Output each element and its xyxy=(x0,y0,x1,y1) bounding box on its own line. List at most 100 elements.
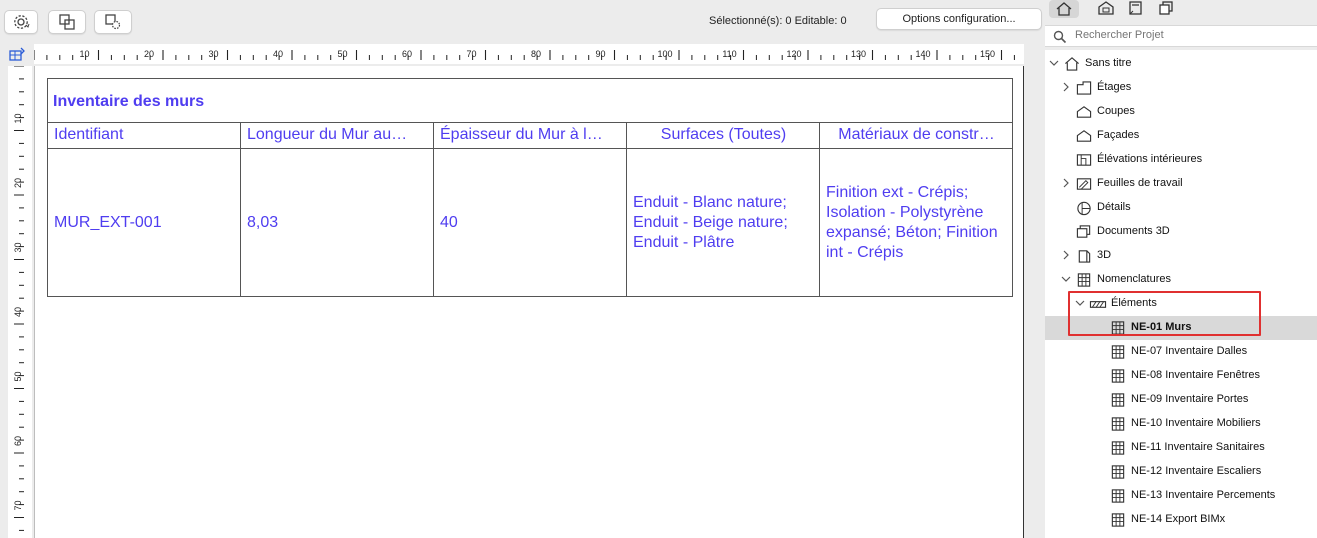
cell-longueur[interactable]: 8,03 xyxy=(241,149,433,296)
tree-item--tages[interactable]: Étages xyxy=(1045,76,1317,100)
tree-item-label: NE-07 Inventaire Dalles xyxy=(1131,345,1248,357)
ruler-label: 150 xyxy=(980,49,995,59)
chevron-down-icon[interactable] xyxy=(1061,273,1071,285)
tree-item-label: 3D xyxy=(1097,249,1112,261)
column-header-longueur[interactable]: Longueur du Mur au… xyxy=(241,123,433,149)
select-tool-button[interactable] xyxy=(48,10,86,34)
tree-item-label: Éléments xyxy=(1111,297,1157,309)
tree-item-ne-14-export-bimx[interactable]: NE-14 Export BIMx xyxy=(1045,508,1317,532)
tree-item-sans-titre[interactable]: Sans titre xyxy=(1045,52,1317,76)
schedule-icon xyxy=(1111,321,1125,335)
tree-item-ne-01-murs[interactable]: NE-01 Murs xyxy=(1045,316,1317,340)
schedule-icon xyxy=(1111,441,1125,455)
tree-item-ne-09-inventaire-portes[interactable]: NE-09 Inventaire Portes xyxy=(1045,388,1317,412)
cell-materiaux[interactable]: Finition ext - Crépis; Isolation - Polys… xyxy=(820,149,1012,296)
column-header-surfaces[interactable]: Surfaces (Toutes) xyxy=(627,123,819,149)
schedule-icon xyxy=(1111,369,1125,383)
tree-item-ne-10-inventaire-mobiliers[interactable]: NE-10 Inventaire Mobiliers xyxy=(1045,412,1317,436)
view-map-icon xyxy=(1098,1,1114,15)
tree-item-3d[interactable]: 3D xyxy=(1045,244,1317,268)
ruler-label: 110 xyxy=(722,49,736,59)
ruler-label: 20 xyxy=(144,49,154,59)
chevron-down-icon[interactable] xyxy=(1075,297,1085,309)
tree-item-label: Élévations intérieures xyxy=(1097,153,1203,165)
element-settings-button[interactable] xyxy=(94,10,132,34)
ruler-label: 130 xyxy=(851,49,866,59)
horizontal-ruler: 10 20 30 40 50 60 70 80 90 100 110 120 130 140 150 xyxy=(34,44,1024,64)
tree-item--l-ments[interactable]: Éléments xyxy=(1045,292,1317,316)
chevron-right-icon[interactable] xyxy=(1061,177,1071,189)
cell-identifiant[interactable]: MUR_EXT-001 xyxy=(48,149,240,296)
ruler-label: 140 xyxy=(915,49,930,59)
tree-item-label: NE-09 Inventaire Portes xyxy=(1131,393,1249,405)
schedule-icon xyxy=(1077,273,1091,287)
column-header-identifiant[interactable]: Identifiant xyxy=(48,123,240,149)
tree-item-label: NE-11 Inventaire Sanitaires xyxy=(1131,441,1265,453)
tree-item-feuilles-de-travail[interactable]: Feuilles de travail xyxy=(1045,172,1317,196)
element-gear-icon xyxy=(105,14,121,30)
tree-item-d-tails[interactable]: Détails xyxy=(1045,196,1317,220)
schedule-icon xyxy=(1111,417,1125,431)
selection-frame-icon xyxy=(59,14,75,30)
ruler-label: 40 xyxy=(13,307,23,317)
schedule-table: Inventaire des murs Identifiant Longueur… xyxy=(47,78,1013,297)
ruler-origin-button[interactable] xyxy=(6,44,30,64)
cell-epaisseur[interactable]: 40 xyxy=(434,149,626,296)
worksheet-icon xyxy=(1076,178,1092,190)
column-header-materiaux[interactable]: Matériaux de constr… xyxy=(820,123,1012,149)
tree-item-ne-11-inventaire-sanitaires[interactable]: NE-11 Inventaire Sanitaires xyxy=(1045,436,1317,460)
schedule-editor: Sélectionné(s): 0 Editable: 0 Options co… xyxy=(0,0,1042,538)
tree-item-label: Détails xyxy=(1097,201,1131,213)
tree-item-documents-3d[interactable]: Documents 3D xyxy=(1045,220,1317,244)
cell-surfaces[interactable]: Enduit - Blanc nature; Enduit - Beige na… xyxy=(627,149,819,296)
tree-item-ne-12-inventaire-escaliers[interactable]: NE-12 Inventaire Escaliers xyxy=(1045,460,1317,484)
ruler-label: 70 xyxy=(466,49,476,59)
ruler-label: 50 xyxy=(13,371,23,381)
section-icon xyxy=(1076,106,1092,118)
detail-icon xyxy=(1077,201,1091,216)
wall-hatch-icon xyxy=(1089,301,1107,308)
tree-item-label: Coupes xyxy=(1097,105,1135,117)
tree-item-label: NE-01 Murs xyxy=(1131,321,1192,333)
tree-item-fa-ades[interactable]: Façades xyxy=(1045,124,1317,148)
tree-item-coupes[interactable]: Coupes xyxy=(1045,100,1317,124)
ruler-label: 30 xyxy=(13,242,23,252)
layout-book-tab[interactable] xyxy=(1121,0,1151,16)
ruler-label: 90 xyxy=(595,49,605,59)
layout-book-icon xyxy=(1129,1,1142,15)
chevron-right-icon[interactable] xyxy=(1061,249,1071,261)
chevron-right-icon[interactable] xyxy=(1061,81,1071,93)
tree-item-label: NE-08 Inventaire Fenêtres xyxy=(1131,369,1261,381)
view-map-tab[interactable] xyxy=(1091,0,1121,16)
tree-item-nomenclatures[interactable]: Nomenclatures xyxy=(1045,268,1317,292)
schedule-icon xyxy=(1111,489,1125,503)
project-map-tab[interactable] xyxy=(1049,0,1079,18)
schedule-icon xyxy=(1111,393,1125,407)
options-configuration-button[interactable]: Options configuration... xyxy=(876,8,1042,30)
publisher-icon xyxy=(1159,1,1173,15)
ruler-label: 100 xyxy=(657,49,672,59)
tree-item-ne-08-inventaire-fen-tres[interactable]: NE-08 Inventaire Fenêtres xyxy=(1045,364,1317,388)
tree-item-ne-13-inventaire-percements[interactable]: NE-13 Inventaire Percements xyxy=(1045,484,1317,508)
tree-item-label: NE-12 Inventaire Escaliers xyxy=(1131,465,1262,477)
tree-item--l-vations-int-rieures[interactable]: Élévations intérieures xyxy=(1045,148,1317,172)
settings-button[interactable] xyxy=(4,10,38,34)
publisher-sets-tab[interactable] xyxy=(1151,0,1181,16)
column-header-epaisseur[interactable]: Épaisseur du Mur à l… xyxy=(434,123,626,149)
chevron-down-icon[interactable] xyxy=(1049,57,1059,69)
schedule-icon xyxy=(1111,465,1125,479)
ruler-label: 120 xyxy=(786,49,801,59)
schedule-icon xyxy=(1111,345,1125,359)
tree-item-label: Nomenclatures xyxy=(1097,273,1171,285)
search-bar xyxy=(1045,25,1317,47)
ruler-label: 10 xyxy=(13,113,23,123)
ruler-label: 80 xyxy=(531,49,541,59)
floors-icon xyxy=(1076,81,1092,95)
project-navigator: Sans titre Étages Coupes Façades Élévations … xyxy=(1045,0,1317,538)
tree-item-ne-07-inventaire-dalles[interactable]: NE-07 Inventaire Dalles xyxy=(1045,340,1317,364)
search-input[interactable] xyxy=(1075,29,1305,41)
house-icon xyxy=(1065,57,1079,71)
ruler-label: 50 xyxy=(337,49,347,59)
schedule-icon xyxy=(1111,513,1125,527)
ruler-label: 40 xyxy=(273,49,283,59)
